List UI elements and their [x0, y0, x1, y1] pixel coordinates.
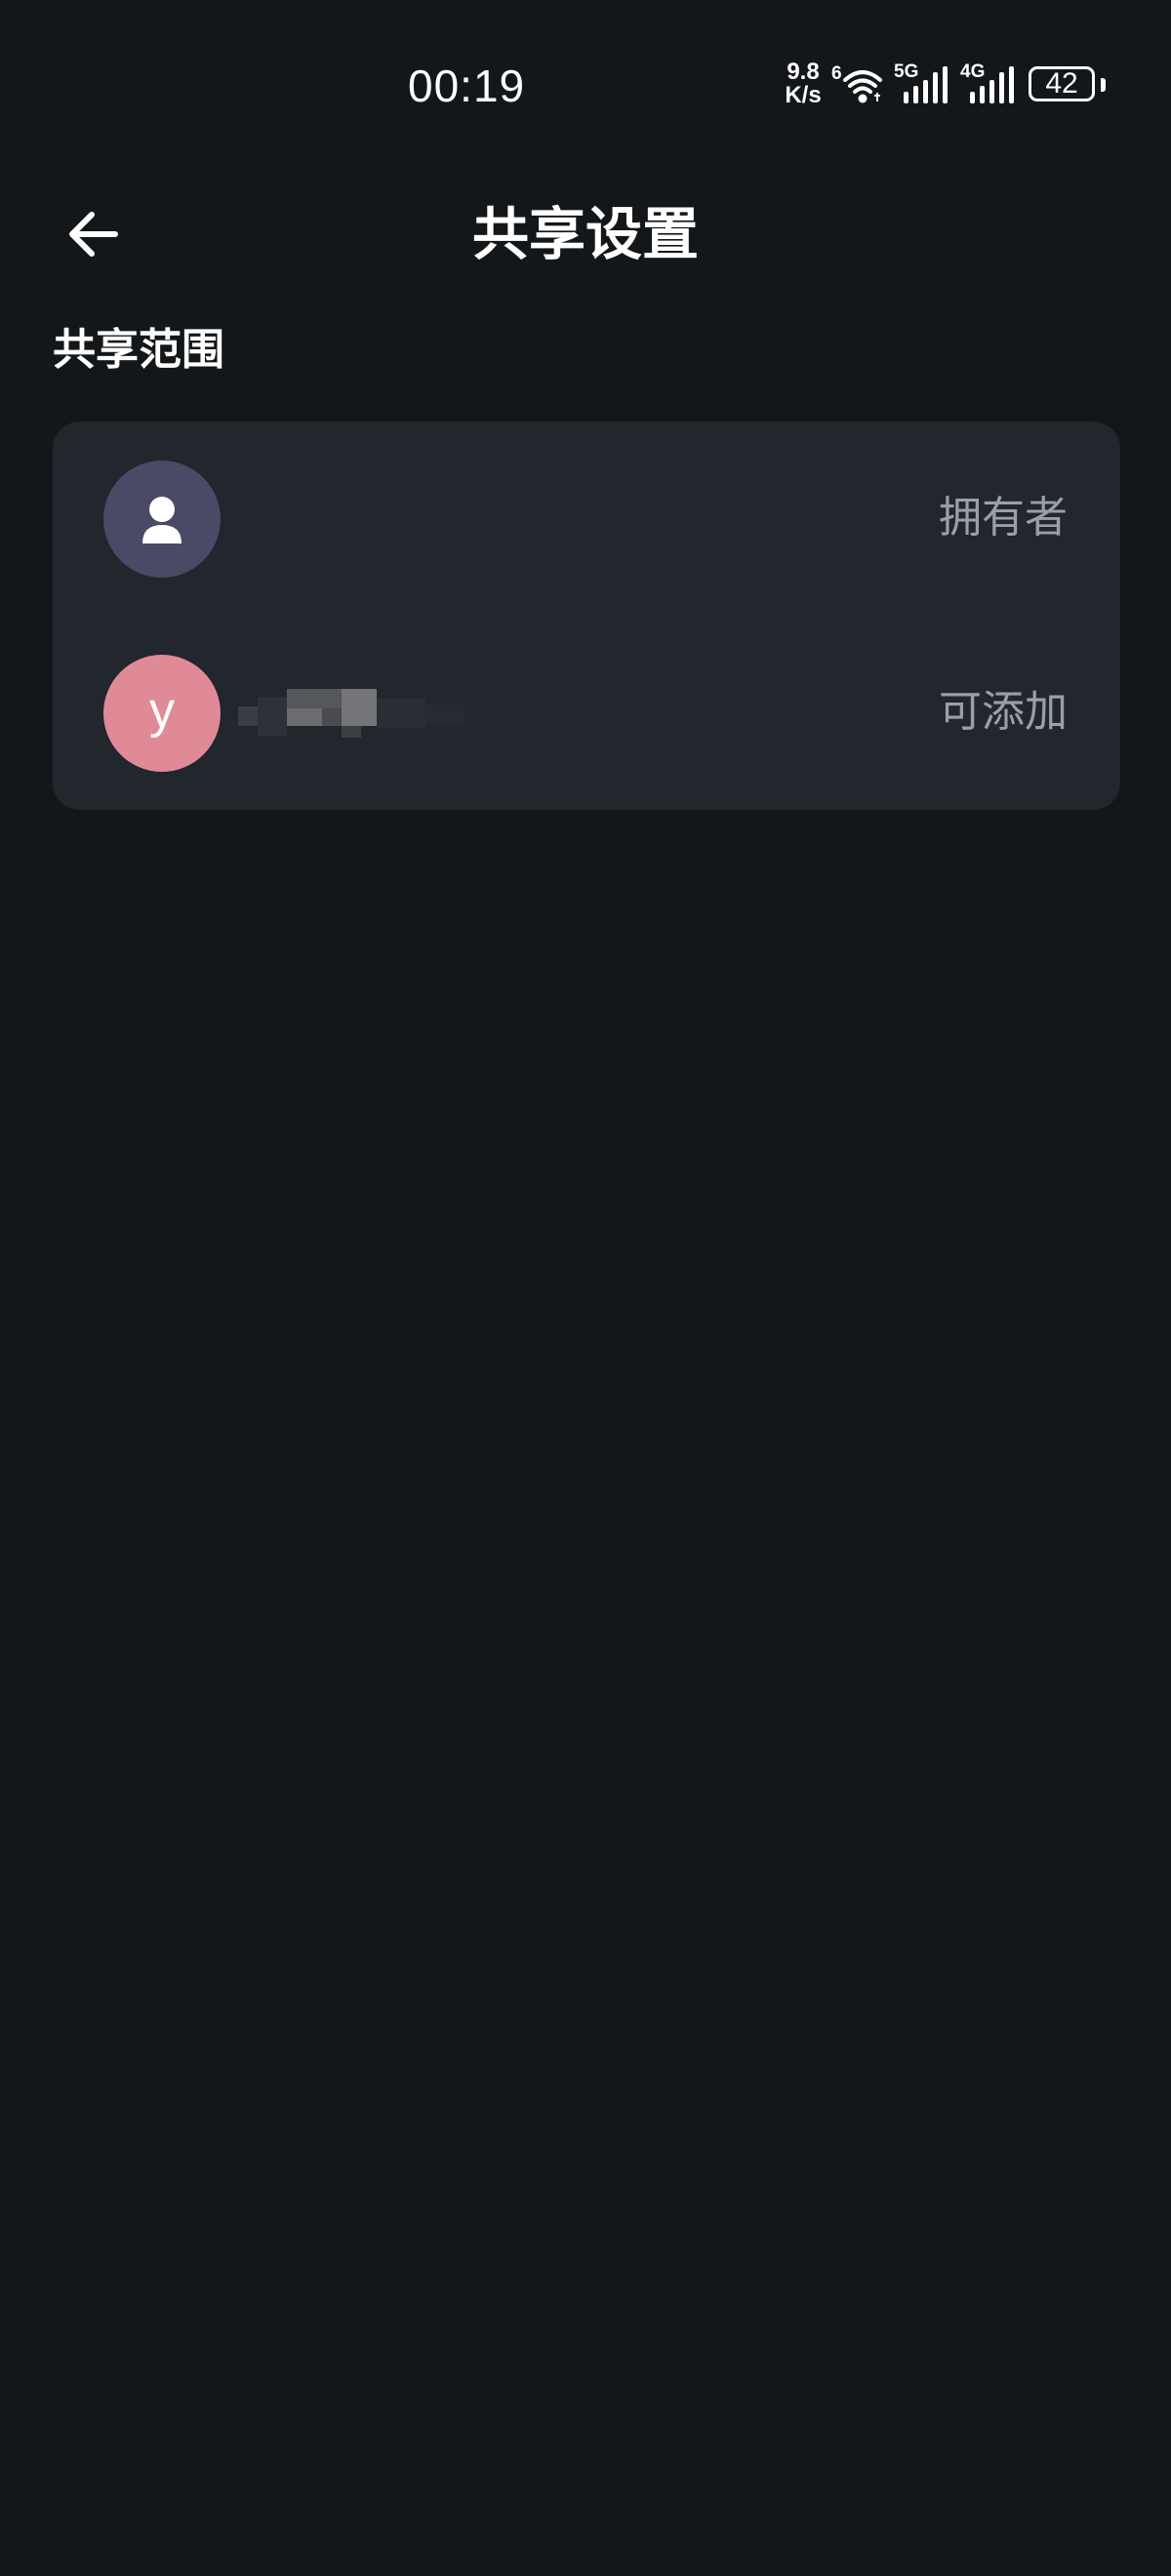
arrow-left-icon: [69, 212, 118, 257]
status-bar: 00:19 9.8 K/s 6 5G 4G 42: [0, 0, 1171, 146]
member-row-owner[interactable]: 拥有者: [53, 422, 1120, 616]
page-title: 共享设置: [471, 201, 699, 267]
battery-level: 42: [1045, 67, 1078, 100]
network-speed: 9.8 K/s: [781, 60, 826, 107]
avatar: y: [103, 655, 221, 772]
avatar-letter: y: [149, 682, 175, 739]
signal-5g-icon: 5G: [894, 62, 954, 105]
signal-4g-icon: 4G: [960, 62, 1021, 105]
member-name-redacted: [238, 689, 521, 747]
member-role: 拥有者: [939, 493, 1068, 543]
section-label: 共享范围: [53, 325, 224, 375]
share-members-card: 拥有者 y 可添加: [53, 422, 1120, 810]
back-button[interactable]: [55, 195, 133, 273]
battery-icon: 42: [1029, 66, 1095, 101]
person-icon: [142, 497, 182, 543]
network-speed-unit: K/s: [785, 82, 822, 108]
wifi-icon: 6: [831, 62, 888, 105]
battery-cap: [1101, 78, 1106, 92]
avatar: [103, 461, 221, 578]
status-time: 00:19: [408, 60, 526, 111]
member-role: 可添加: [939, 687, 1068, 737]
member-row-member[interactable]: y 可添加: [53, 616, 1120, 810]
network-speed-value: 9.8: [787, 59, 820, 85]
share-settings-screen: 00:19 9.8 K/s 6 5G 4G 42 共享设置 共享范围 拥有者 y…: [0, 0, 1171, 2576]
